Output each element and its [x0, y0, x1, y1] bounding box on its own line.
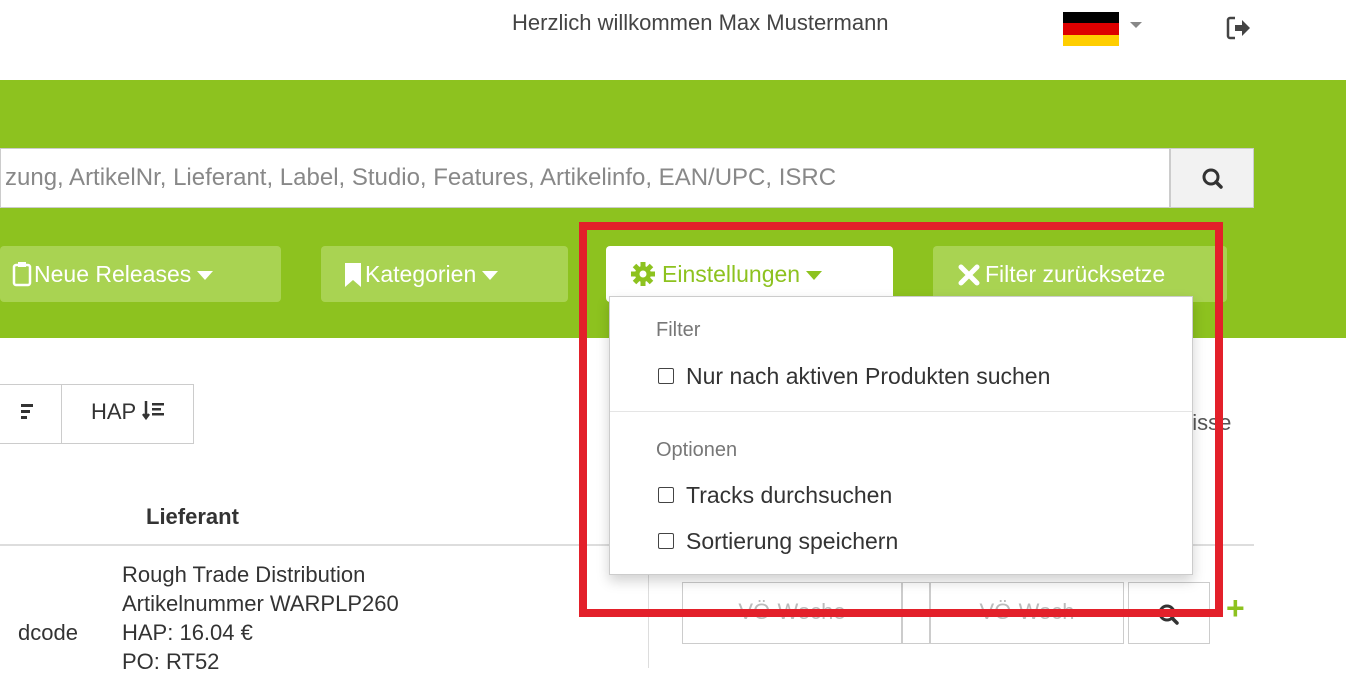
search-input[interactable]: zung, ArtikelNr, Lieferant, Label, Studi…	[0, 148, 1170, 208]
table-cell-partial: dcode	[18, 620, 78, 645]
de-flag-icon[interactable]	[1063, 12, 1119, 46]
clipboard-icon	[12, 262, 32, 287]
logout-icon[interactable]	[1225, 14, 1253, 42]
bookmark-icon	[345, 263, 361, 287]
categories-button[interactable]: Kategorien	[321, 246, 568, 302]
new-releases-label: Neue Releases	[34, 261, 192, 287]
sort-hap-button[interactable]: HAP	[91, 399, 166, 425]
sort-hap-label: HAP	[91, 399, 136, 424]
search-button[interactable]	[1170, 148, 1254, 208]
column-header-supplier: Lieferant	[146, 504, 239, 529]
welcome-message: Herzlich willkommen Max Mustermann	[512, 10, 889, 35]
search-icon	[1202, 168, 1223, 189]
sort-divider	[61, 385, 62, 443]
hap-price: HAP: 16.04 €	[122, 620, 253, 645]
sort-icon[interactable]	[15, 385, 45, 443]
extra-info: PO: RT52	[122, 649, 220, 674]
sort-toolbar: HAP	[0, 384, 194, 444]
article-number: Artikelnummer WARPLP260	[122, 591, 399, 616]
language-caret-icon[interactable]	[1130, 22, 1142, 28]
new-releases-button[interactable]: Neue Releases	[0, 246, 281, 302]
table-cell-supplier: Rough Trade Distribution Artikelnummer W…	[122, 560, 399, 676]
add-icon[interactable]: +	[1226, 590, 1245, 627]
categories-label: Kategorien	[365, 261, 477, 287]
supplier-name: Rough Trade Distribution	[122, 562, 366, 587]
chevron-down-icon	[482, 271, 499, 281]
highlight-annotation	[579, 222, 1223, 617]
sort-amount-icon	[141, 401, 164, 421]
chevron-down-icon	[197, 271, 214, 281]
